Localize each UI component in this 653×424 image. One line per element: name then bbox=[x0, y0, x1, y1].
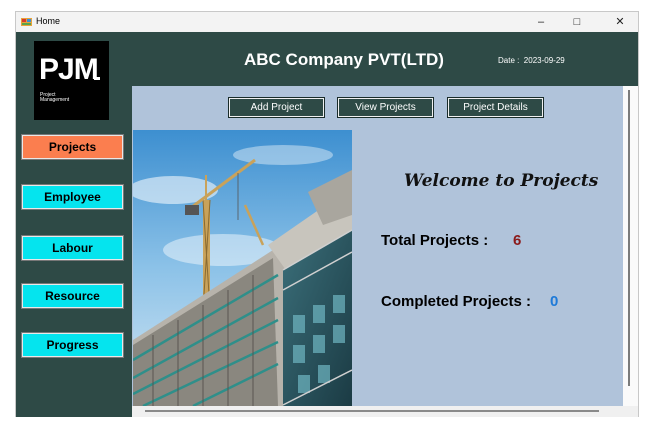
sidebar: PJM Project Management Projects Employee… bbox=[16, 32, 132, 417]
date-label: Date : bbox=[498, 56, 520, 65]
main-panel: Add Project View Projects Project Detail… bbox=[132, 86, 623, 406]
nav-progress-button[interactable]: Progress bbox=[21, 332, 124, 358]
company-title: ABC Company PVT(LTD) bbox=[244, 50, 444, 69]
maximize-button[interactable]: □ bbox=[561, 12, 593, 32]
close-button[interactable]: ✕ bbox=[604, 12, 636, 32]
view-projects-button[interactable]: View Projects bbox=[337, 97, 434, 118]
project-details-button[interactable]: Project Details bbox=[447, 97, 544, 118]
title-bar[interactable]: Home – □ ✕ bbox=[16, 12, 638, 32]
client-area: PJM Project Management Projects Employee… bbox=[16, 32, 638, 417]
horizontal-scrollbar[interactable] bbox=[132, 406, 623, 417]
logo-brand: PJM bbox=[39, 53, 99, 86]
construction-image bbox=[133, 130, 352, 406]
minimize-button[interactable]: – bbox=[525, 12, 557, 32]
vertical-scrollbar-thumb[interactable] bbox=[628, 90, 630, 386]
window-title: Home bbox=[36, 16, 61, 26]
resize-grip[interactable] bbox=[623, 406, 638, 417]
total-projects-value: 6 bbox=[513, 232, 522, 249]
add-project-button[interactable]: Add Project bbox=[228, 97, 325, 118]
app-window: Home – □ ✕ PJM Project Management Projec… bbox=[15, 11, 639, 417]
nav-employee-button[interactable]: Employee bbox=[21, 184, 124, 210]
date-value: 2023-09-29 bbox=[523, 56, 565, 65]
nav-resource-button[interactable]: Resource bbox=[21, 283, 124, 309]
completed-projects-value: 0 bbox=[550, 293, 559, 310]
vertical-scrollbar[interactable] bbox=[623, 86, 638, 406]
nav-labour-button[interactable]: Labour bbox=[21, 235, 124, 261]
total-projects-label: Total Projects : bbox=[381, 232, 489, 249]
completed-projects-label: Completed Projects : bbox=[381, 293, 532, 310]
date-display: Date : 2023-09-29 bbox=[498, 56, 565, 65]
logo-mark bbox=[94, 77, 100, 80]
nav-projects-button[interactable]: Projects bbox=[21, 134, 124, 160]
horizontal-scrollbar-thumb[interactable] bbox=[145, 410, 599, 412]
app-icon bbox=[21, 18, 32, 26]
welcome-heading: Welcome to Projects bbox=[404, 171, 599, 191]
logo: PJM Project Management bbox=[34, 41, 109, 120]
logo-line2: Management bbox=[40, 97, 70, 103]
